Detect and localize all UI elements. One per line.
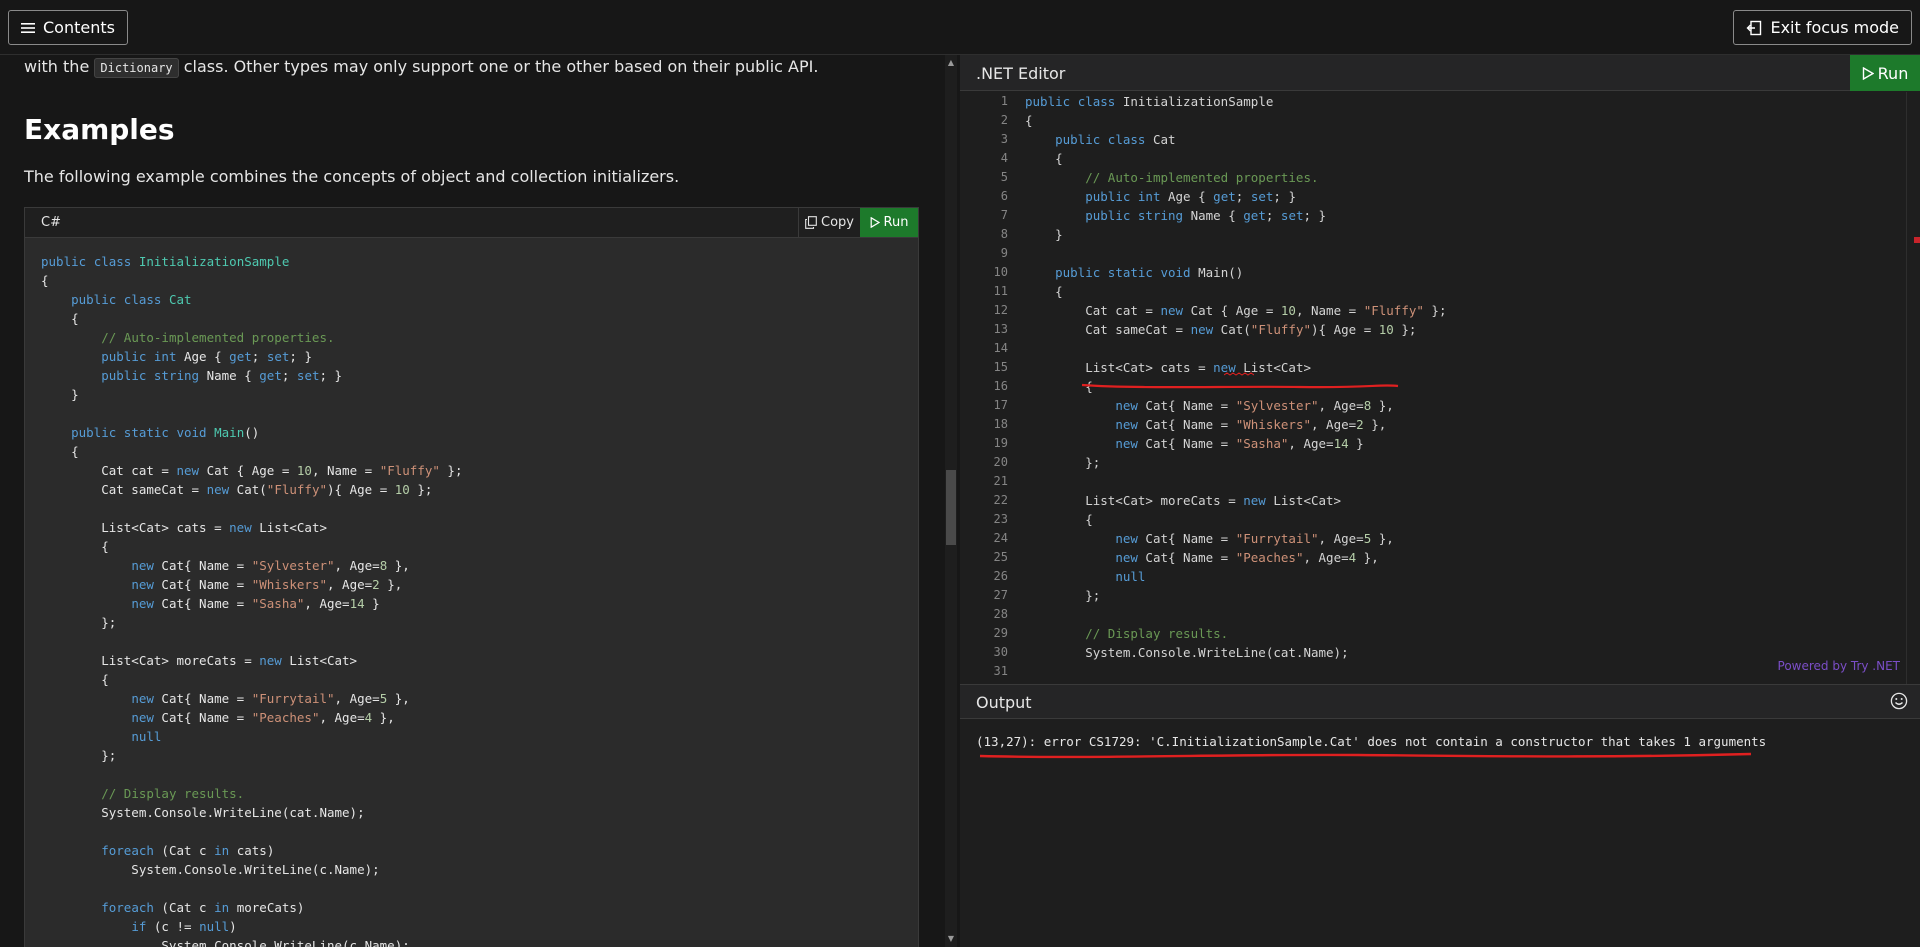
editor-scrollbar[interactable] (1906, 92, 1920, 684)
menu-icon (21, 22, 35, 34)
smiley-feedback-icon[interactable] (1890, 692, 1908, 714)
editor-title: .NET Editor (976, 64, 1066, 83)
editor-header: .NET Editor Run (960, 55, 1920, 91)
code-block-header: C# Copy Run (25, 208, 918, 238)
powered-by-link[interactable]: Powered by Try .NET (1778, 659, 1900, 673)
copy-button[interactable]: Copy (798, 208, 860, 237)
exit-focus-mode-button[interactable]: Exit focus mode (1733, 10, 1912, 45)
output-title: Output (976, 693, 1032, 712)
output-panel: (13,27): error CS1729: 'C.Initialization… (960, 719, 1920, 947)
contents-button[interactable]: Contents (8, 10, 128, 45)
document-pane: with the Dictionary class. Other types m… (0, 55, 942, 947)
intro-text-after: class. Other types may only support one … (183, 57, 819, 76)
scroll-up-arrow-icon[interactable]: ▲ (946, 58, 956, 68)
editor-run-label: Run (1877, 63, 1909, 83)
code-block: C# Copy Run public class InitializationS… (24, 207, 919, 947)
doc-code-content: public class InitializationSample { publ… (41, 254, 463, 947)
editor-code-content[interactable]: public class InitializationSample { publ… (1025, 92, 1446, 662)
play-icon (870, 217, 880, 228)
copy-icon (805, 216, 817, 229)
line-number-gutter: 1 2 3 4 5 6 7 8 9 10 11 12 13 14 15 16 1… (993, 94, 1008, 678)
exit-focus-label: Exit focus mode (1770, 18, 1899, 37)
top-bar: Contents Exit focus mode (0, 0, 1920, 55)
annotation-underline-output (979, 752, 1752, 759)
doc-run-button[interactable]: Run (860, 208, 918, 237)
editor-pane: .NET Editor Run 1 2 3 4 5 6 7 8 9 10 11 … (960, 55, 1920, 947)
inline-code-dictionary: Dictionary (94, 58, 179, 78)
editor-run-button[interactable]: Run (1850, 55, 1920, 91)
copy-label: Copy (821, 215, 854, 230)
doc-run-label: Run (883, 215, 909, 230)
contents-label: Contents (43, 18, 115, 37)
examples-heading: Examples (24, 113, 175, 146)
error-marker (1914, 237, 1920, 243)
code-language-label: C# (41, 215, 61, 230)
output-header: Output (960, 684, 1920, 719)
scroll-down-arrow-icon[interactable]: ▼ (946, 934, 956, 944)
doc-intro-line: with the Dictionary class. Other types m… (24, 55, 818, 80)
exit-icon (1746, 20, 1762, 36)
examples-paragraph: The following example combines the conce… (24, 167, 680, 186)
code-editor[interactable]: 1 2 3 4 5 6 7 8 9 10 11 12 13 14 15 16 1… (960, 92, 1920, 684)
output-error-message: (13,27): error CS1729: 'C.Initialization… (976, 734, 1767, 749)
play-icon (1862, 66, 1874, 80)
intro-text-before: with the (24, 57, 90, 76)
doc-scrollbar-thumb[interactable] (946, 470, 956, 545)
